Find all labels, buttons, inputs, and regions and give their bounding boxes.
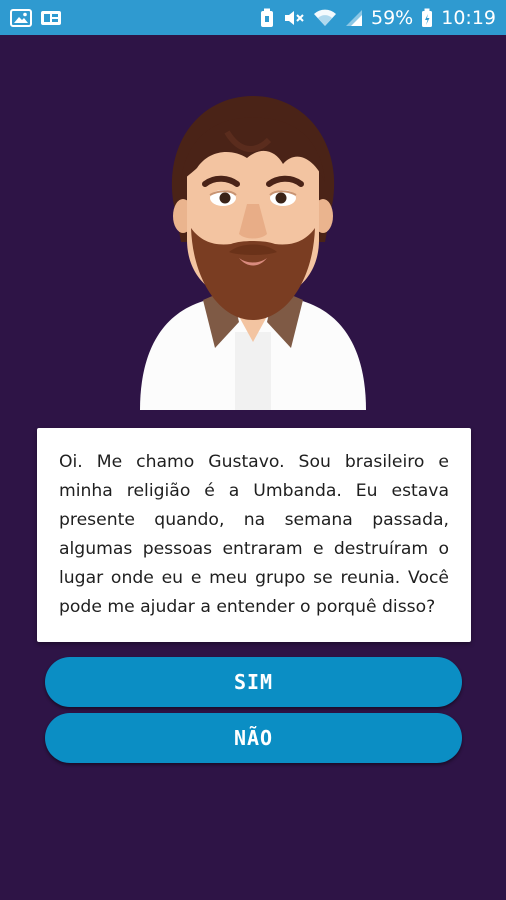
signal-icon (345, 9, 363, 27)
battery-icon (421, 8, 433, 28)
gallery-icon (40, 9, 62, 27)
character-avatar (135, 92, 371, 410)
status-bar: 59% 10:19 (0, 0, 506, 35)
image-icon (10, 8, 32, 27)
status-bar-right: 59% 10:19 (259, 7, 496, 29)
dialog-text: Oi. Me chamo Gustavo. Sou brasileiro e m… (59, 452, 449, 617)
status-bar-left (10, 8, 62, 27)
wifi-icon (313, 9, 337, 27)
battery-saver-icon (259, 8, 275, 28)
mute-icon (283, 9, 305, 27)
no-button[interactable]: NÃO (45, 713, 462, 763)
battery-percent: 59% (371, 6, 414, 29)
clock: 10:19 (441, 6, 496, 29)
dialog-box: Oi. Me chamo Gustavo. Sou brasileiro e m… (37, 428, 471, 642)
yes-button[interactable]: SIM (45, 657, 462, 707)
